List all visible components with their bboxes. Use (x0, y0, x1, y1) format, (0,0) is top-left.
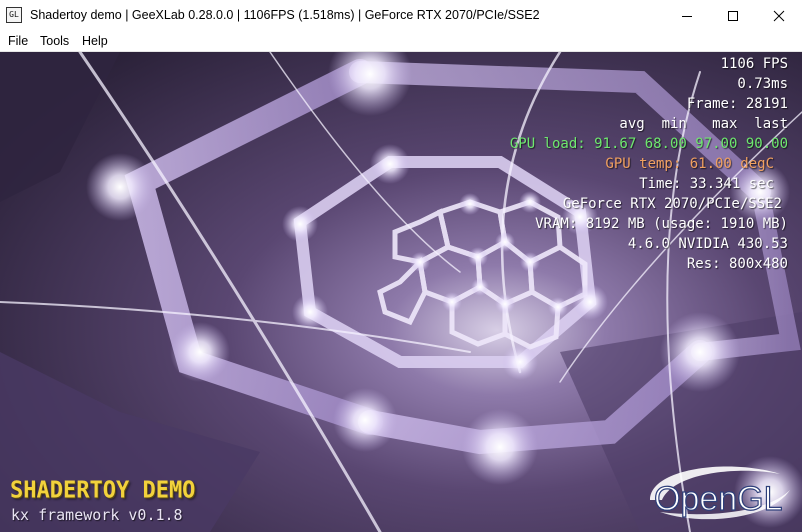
frame-time-readout: 0.73ms (737, 76, 788, 92)
close-icon (773, 10, 785, 21)
frame-counter: Frame: 28191 (686, 96, 788, 112)
renderer-readout: GeForce RTX 2070/PCIe/SSE2 (562, 196, 782, 212)
app-window: GL Shadertoy demo | GeeXLab 0.28.0.0 | 1… (0, 0, 802, 532)
minimize-icon (682, 15, 692, 17)
fps-readout: 1106 FPS (720, 56, 788, 72)
opengl-logo-text: OpenGL (654, 480, 783, 518)
time-readout: Time: 33.341 sec (639, 176, 774, 192)
vram-readout: VRAM: 8192 MB (usage: 1910 MB) (535, 216, 788, 232)
menu-file[interactable]: File (8, 31, 28, 51)
minimize-button[interactable] (664, 0, 710, 31)
title-bar[interactable]: GL Shadertoy demo | GeeXLab 0.28.0.0 | 1… (0, 0, 802, 31)
menu-tools[interactable]: Tools (40, 31, 69, 51)
demo-subtitle: kx framework v0.1.8 (11, 506, 183, 524)
gl-version-readout: 4.6.0 NVIDIA 430.53 (627, 236, 788, 252)
menu-help[interactable]: Help (82, 31, 108, 51)
maximize-icon (728, 10, 738, 21)
maximize-button[interactable] (710, 0, 756, 31)
render-viewport[interactable]: 1106 FPS 0.73ms Frame: 28191 avg min max… (0, 52, 802, 532)
gpu-temp-readout: GPU temp: 61.00 degC (605, 156, 774, 172)
close-button[interactable] (756, 0, 802, 31)
opengl-logo: OpenGL (650, 466, 790, 520)
menu-bar: File Tools Help (0, 31, 802, 52)
gpu-load-readout: GPU load: 91.67 68.00 97.00 90.00 (509, 136, 788, 152)
stats-header: avg min max last (619, 116, 788, 132)
resolution-readout: Res: 800x480 (686, 256, 788, 272)
demo-title: SHADERTOY DEMO (10, 477, 196, 504)
window-title: Shadertoy demo | GeeXLab 0.28.0.0 | 1106… (30, 8, 540, 22)
app-icon[interactable]: GL (6, 7, 22, 23)
